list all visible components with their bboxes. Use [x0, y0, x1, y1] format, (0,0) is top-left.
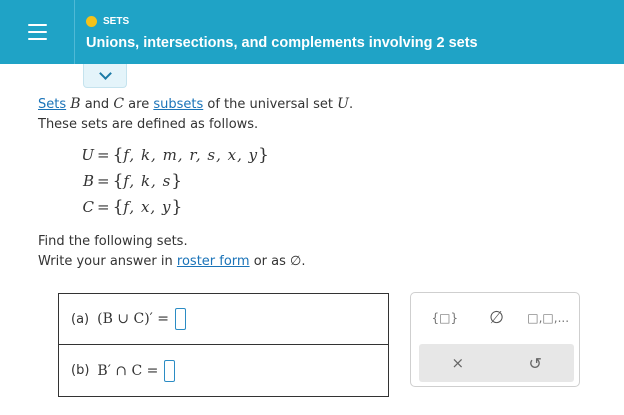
instructions-prefix: Write your answer in — [38, 254, 173, 269]
set-elements: f, k, m, r, s, x, y — [123, 146, 259, 164]
period-text: . — [348, 97, 354, 112]
list-button[interactable]: □,□,... — [527, 305, 569, 331]
answer-row-a: (a) (B ∪ C)′ = — [59, 294, 388, 345]
sets-link[interactable]: Sets — [38, 97, 66, 112]
answer-input-b[interactable] — [164, 359, 176, 382]
instructions-line-2: Write your answer in roster form or as ∅… — [38, 252, 305, 272]
toolbar-symbols-row: {□} ∅ □,□,... — [419, 305, 574, 331]
problem-line-2: These sets are defined as follows. — [38, 117, 259, 132]
problem-statement: Sets B and C are subsets of the universa… — [38, 94, 353, 135]
roster-form-link[interactable]: roster form — [177, 254, 250, 269]
chevron-down-icon — [98, 66, 112, 80]
part-label: (b) — [71, 363, 90, 378]
page-title: Unions, intersections, and complements i… — [86, 35, 478, 51]
subsets-link[interactable]: subsets — [153, 97, 203, 112]
problem-line-1: Sets B and C are subsets of the universa… — [38, 94, 353, 115]
empty-set-button[interactable]: ∅ — [476, 305, 516, 331]
clear-button[interactable]: × — [438, 350, 478, 376]
set-u-symbol: U — [337, 96, 349, 112]
answer-row-b: (b) B′ ∩ C = — [59, 345, 388, 396]
set-name: U — [81, 146, 94, 164]
instructions-line-1: Find the following sets. — [38, 234, 188, 249]
set-elements: f, x, y — [123, 198, 172, 216]
set-definition-u: U = {f, k, m, r, s, x, y} — [76, 142, 269, 168]
of-universal-text: of the universal set — [207, 97, 333, 112]
part-label: (a) — [71, 311, 90, 327]
set-name: B — [82, 172, 94, 190]
undo-button[interactable]: ↺ — [515, 350, 555, 376]
toolbar-actions-row: × ↺ — [419, 344, 574, 382]
instructions-suffix: or as ∅. — [253, 254, 306, 269]
set-b-symbol: B — [70, 96, 81, 112]
and-text: and — [84, 97, 110, 112]
set-c-symbol: C — [113, 96, 125, 112]
answer-expression: (B ∪ C)′ = — [97, 311, 170, 327]
topic-label: SETS — [103, 16, 130, 27]
math-toolbar: {□} ∅ □,□,... × ↺ — [410, 292, 580, 387]
hamburger-icon — [27, 24, 47, 40]
set-definitions: U = {f, k, m, r, s, x, y} B = {f, k, s} C = {f… — [76, 142, 269, 220]
are-text: are — [128, 97, 150, 112]
set-elements: f, k, s — [123, 172, 172, 190]
answer-table: (a) (B ∪ C)′ = (b) B′ ∩ C = — [58, 293, 389, 397]
expand-toggle-button[interactable] — [83, 64, 127, 88]
topic-row: SETS — [86, 16, 129, 27]
set-definition-b: B = {f, k, s} — [76, 168, 269, 194]
menu-button[interactable] — [0, 0, 75, 64]
header-bar: SETS Unions, intersections, and compleme… — [0, 0, 624, 64]
instructions: Find the following sets. Write your answ… — [38, 232, 305, 272]
set-definition-c: C = {f, x, y} — [76, 194, 269, 220]
topic-status-dot — [86, 16, 97, 27]
set-name: C — [82, 198, 94, 216]
braces-button[interactable]: {□} — [425, 305, 465, 331]
answer-input-a[interactable] — [175, 308, 187, 330]
answer-expression: B′ ∩ C = — [97, 362, 159, 379]
